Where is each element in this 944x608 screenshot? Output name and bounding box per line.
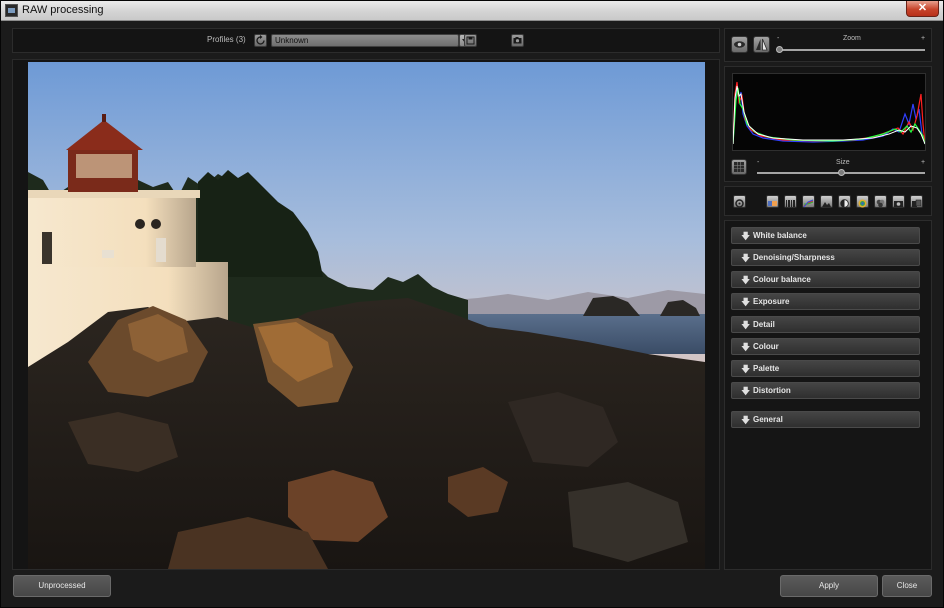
section-label: Detail (753, 320, 775, 329)
histogram (732, 73, 926, 151)
section-colour-balance[interactable]: 🡇 Colour balance (731, 271, 920, 288)
adjustments-panel: 🡇 White balance 🡇 Denoising/Sharpness 🡇 … (724, 220, 932, 570)
contrast-tool-button[interactable] (838, 195, 851, 208)
settings-tool-button[interactable] (733, 195, 746, 208)
section-label: General (753, 415, 783, 424)
zoom-min-label: - (777, 35, 780, 42)
zoom-slider-knob[interactable] (776, 46, 783, 53)
save-icon (466, 36, 475, 45)
zoom-panel: - Zoom + (724, 28, 932, 62)
size-min-label: - (757, 159, 760, 166)
gear-icon (735, 199, 744, 208)
curves-tool-button[interactable] (802, 195, 815, 208)
expand-arrow-icon: 🡇 (741, 320, 751, 330)
section-label: Denoising/Sharpness (753, 253, 835, 262)
preview-toggle-button[interactable] (731, 36, 748, 53)
apply-button[interactable]: Apply (780, 575, 878, 597)
color-wheel-icon (858, 199, 867, 208)
section-exposure[interactable]: 🡇 Exposure (731, 293, 920, 310)
refresh-profile-button[interactable] (254, 34, 267, 47)
size-max-label: + (921, 159, 926, 166)
contrast-icon (840, 199, 849, 208)
histogram-chart (732, 81, 926, 145)
section-label: Colour balance (753, 275, 811, 284)
preview-image[interactable] (28, 62, 705, 569)
color-wheel-tool-button[interactable] (856, 195, 869, 208)
size-label: Size (836, 159, 850, 166)
snapshot-button[interactable] (511, 34, 524, 47)
barcode-icon (786, 200, 795, 207)
expand-arrow-icon: 🡇 (741, 386, 751, 396)
landscape-icon (822, 202, 831, 207)
color-spheres-tool-button[interactable] (874, 195, 887, 208)
expand-arrow-icon: 🡇 (741, 415, 751, 425)
eye-icon (734, 41, 745, 48)
size-slider-knob[interactable] (838, 169, 845, 176)
grid-icon (734, 162, 744, 172)
landscape-tool-button[interactable] (820, 195, 833, 208)
section-detail[interactable]: 🡇 Detail (731, 316, 920, 333)
section-denoising-sharpness[interactable]: 🡇 Denoising/Sharpness (731, 249, 920, 266)
curves-icon (803, 199, 814, 208)
refresh-icon (256, 35, 265, 45)
expand-arrow-icon: 🡇 (741, 253, 751, 263)
histogram-luminance-channel (732, 85, 926, 145)
unprocessed-button[interactable]: Unprocessed (13, 575, 111, 597)
section-label: Palette (753, 364, 780, 373)
section-distortion[interactable]: 🡇 Distortion (731, 382, 920, 399)
profile-select-value: Unknown (275, 36, 309, 45)
title-bar: RAW processing ✕ (1, 1, 943, 21)
close-button[interactable]: Close (882, 575, 932, 597)
camera-lens-tool-button[interactable] (892, 195, 905, 208)
barcode-tool-button[interactable] (784, 195, 797, 208)
section-palette[interactable]: 🡇 Palette (731, 360, 920, 377)
zoom-label: Zoom (843, 35, 861, 42)
zoom-slider-track[interactable] (779, 49, 925, 51)
zoom-max-label: + (921, 35, 926, 42)
section-colour[interactable]: 🡇 Colour (731, 338, 920, 355)
expand-arrow-icon: 🡇 (741, 231, 751, 241)
histogram-panel: - Size + (724, 66, 932, 182)
section-label: Exposure (753, 297, 790, 306)
camera-icon (513, 37, 522, 44)
compare-icon (912, 199, 922, 207)
expand-arrow-icon: 🡇 (741, 275, 751, 285)
expand-arrow-icon: 🡇 (741, 364, 751, 374)
gradient-icon (768, 201, 777, 206)
expand-arrow-icon: 🡇 (741, 342, 751, 352)
grid-view-button[interactable] (731, 159, 747, 175)
section-label: Distortion (753, 386, 791, 395)
profile-select[interactable]: Unknown (271, 34, 459, 47)
window-title: RAW processing (22, 4, 104, 16)
compare-split-button[interactable] (753, 36, 770, 53)
expand-arrow-icon: 🡇 (741, 297, 751, 307)
mirror-icon (756, 38, 768, 51)
app-icon (5, 4, 18, 17)
section-white-balance[interactable]: 🡇 White balance (731, 227, 920, 244)
camera-lens-icon (894, 201, 903, 207)
color-spheres-icon (876, 199, 885, 208)
gradient-tool-button[interactable] (766, 195, 779, 208)
save-profile-button[interactable] (464, 34, 477, 47)
tools-panel (724, 186, 932, 216)
raw-processing-window: RAW processing ✕ Profiles (3) Unknown - … (0, 0, 944, 608)
window-close-button[interactable]: ✕ (906, 1, 939, 17)
profile-toolbar: Profiles (3) Unknown (12, 28, 720, 53)
compare-tool-button[interactable] (910, 195, 923, 208)
section-general[interactable]: 🡇 General (731, 411, 920, 428)
image-preview-frame (12, 59, 720, 570)
lighthouse-photo (28, 62, 705, 569)
section-label: White balance (753, 231, 807, 240)
profiles-label: Profiles (3) (207, 35, 246, 44)
section-label: Colour (753, 342, 779, 351)
